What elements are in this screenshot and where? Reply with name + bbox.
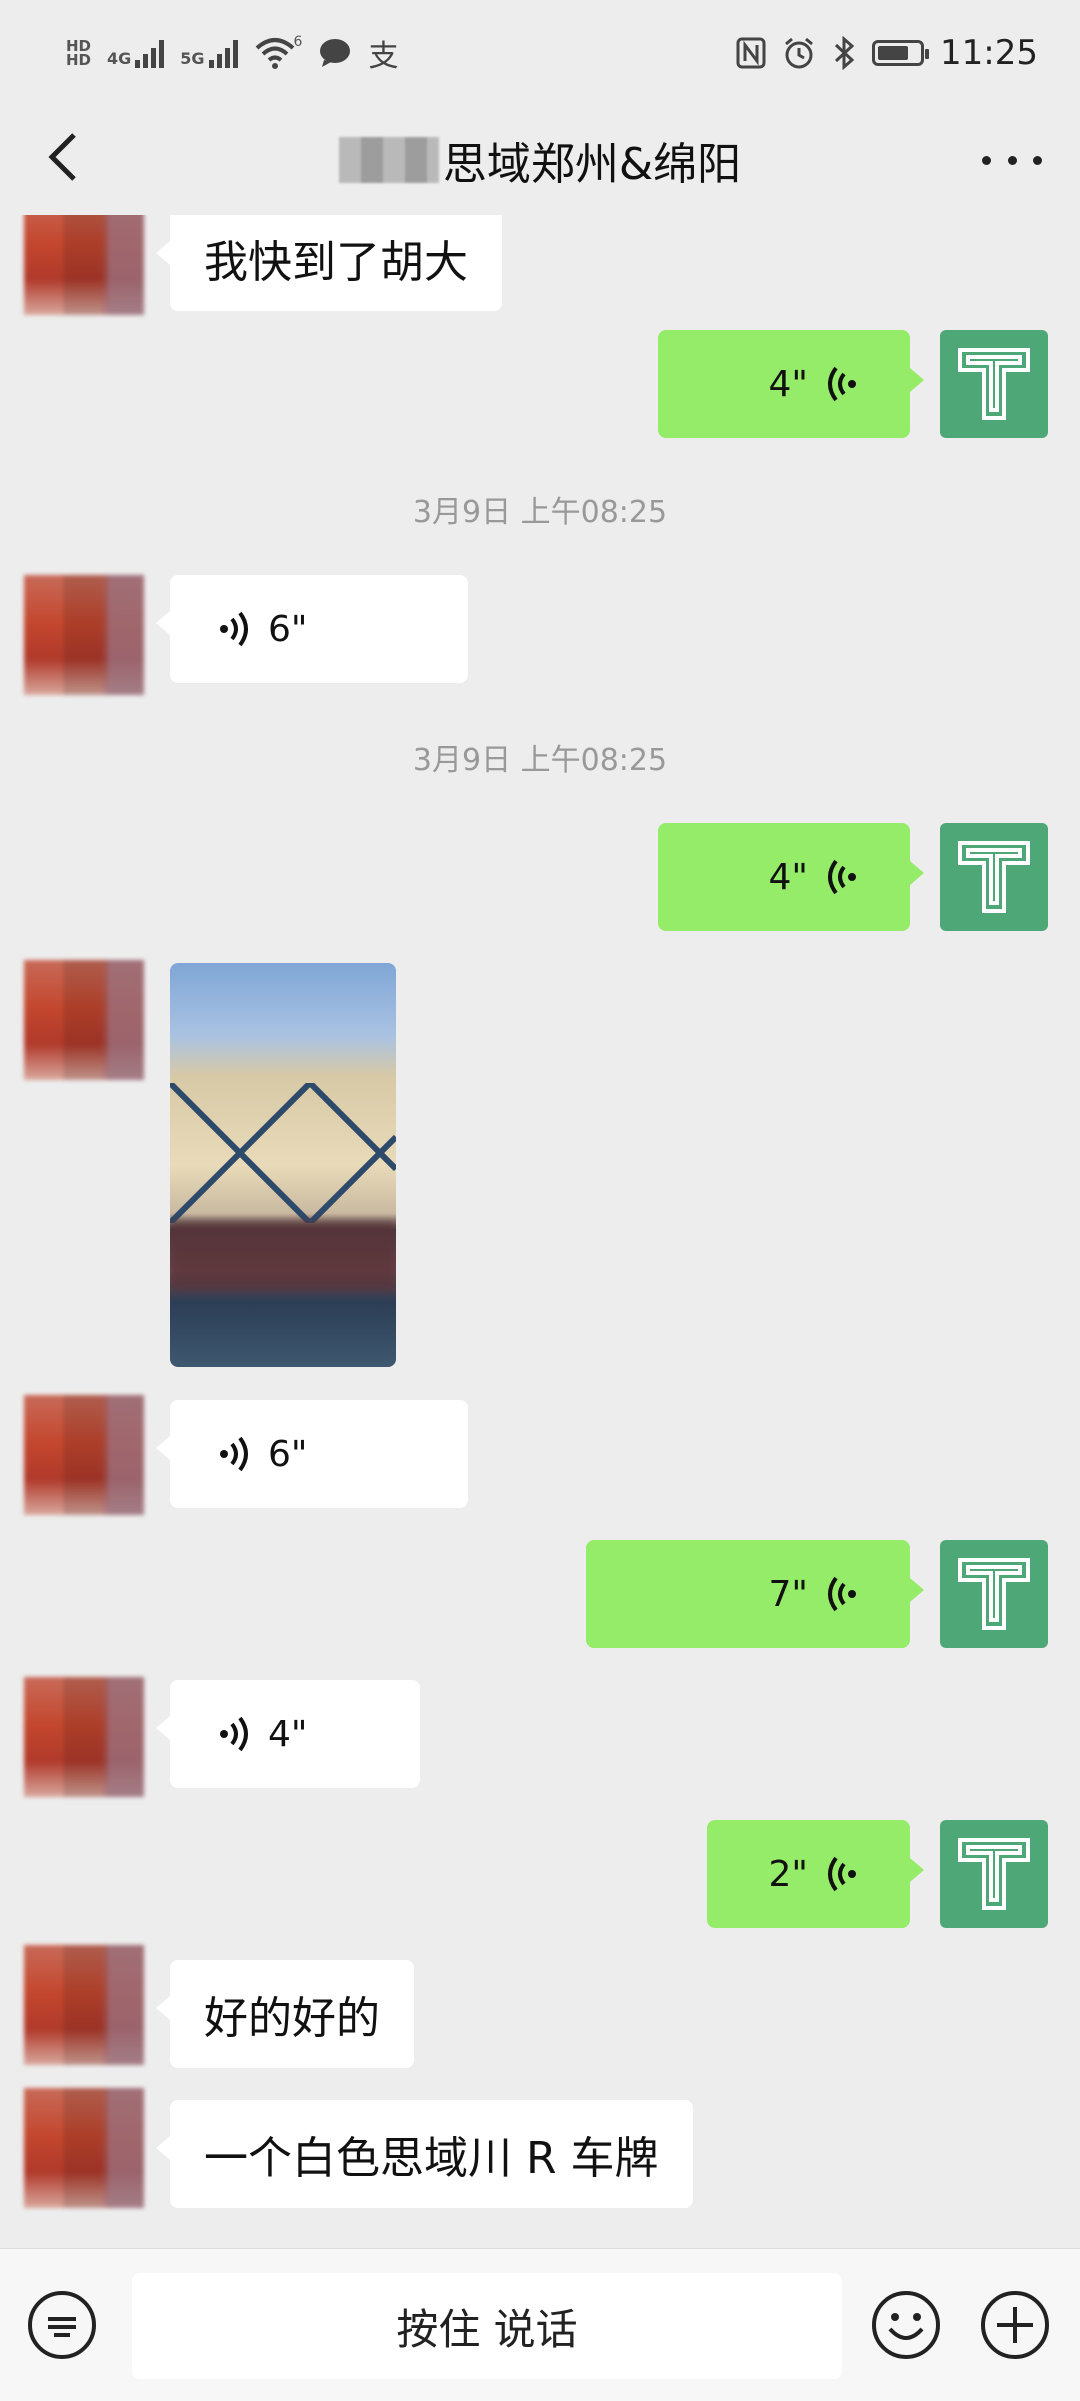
chat-message-list[interactable]: 我快到了胡大 4" 3月9日 上午08:25 6" 3月9日 上午08:25 4… — [0, 215, 1080, 2245]
status-time: 11:25 — [940, 32, 1038, 73]
wifi-badge: 6 — [293, 33, 303, 50]
input-bar: 按住 说话 — [0, 2248, 1080, 2401]
status-bar: HD HD 4G 5G 6 支 11:25 — [0, 0, 1080, 105]
self-avatar[interactable] — [940, 1540, 1048, 1648]
voice-message-bubble[interactable]: 6" — [156, 1400, 468, 1508]
building-lattice-graphic — [170, 1083, 396, 1223]
message-text: 一个白色思域川 R 车牌 — [204, 2133, 659, 2184]
voice-wave-icon — [220, 611, 248, 647]
voice-message-bubble[interactable]: 4" — [658, 823, 924, 931]
emoji-icon[interactable] — [870, 2289, 942, 2361]
chat-header: 思域郑州&绵阳 — [0, 105, 1080, 215]
chat-title: 思域郑州&绵阳 — [338, 128, 742, 192]
contact-avatar[interactable] — [24, 1677, 144, 1797]
keyboard-icon[interactable] — [26, 2289, 98, 2361]
message-bubble-icon — [320, 38, 351, 67]
status-bar-left: HD HD 4G 5G 6 支 — [66, 31, 398, 75]
voice-wave-icon — [220, 1436, 248, 1472]
t-logo-icon — [958, 1558, 1030, 1630]
contact-avatar[interactable] — [24, 1945, 144, 2065]
bluetooth-icon — [834, 35, 855, 70]
image-message[interactable] — [170, 963, 396, 1367]
message-bubble-text[interactable]: 一个白色思域川 R 车牌 — [156, 2100, 693, 2208]
message-text: 好的好的 — [204, 1993, 380, 2044]
signal-2: 5G — [180, 38, 238, 68]
message-bubble-text[interactable]: 好的好的 — [156, 1960, 414, 2068]
time-divider: 3月9日 上午08:25 — [412, 743, 668, 778]
contact-avatar[interactable] — [24, 215, 144, 315]
battery-icon — [872, 39, 930, 66]
status-bar-right: 11:25 — [736, 33, 1038, 73]
t-logo-icon — [958, 1838, 1030, 1910]
voice-message-bubble[interactable]: 7" — [586, 1540, 924, 1648]
signal-bars-icon — [135, 38, 165, 68]
voice-duration: 4" — [768, 856, 808, 898]
signal-1: 4G — [107, 38, 165, 68]
self-avatar[interactable] — [940, 823, 1048, 931]
alipay-icon: 支 — [368, 38, 399, 74]
voice-duration: 2" — [768, 1853, 808, 1895]
voice-wave-icon — [828, 1856, 856, 1892]
more-icon[interactable] — [982, 135, 1042, 185]
voice-wave-icon — [220, 1716, 248, 1752]
voice-duration: 6" — [268, 1433, 308, 1475]
chat-title-text: 思域郑州&绵阳 — [442, 139, 742, 190]
redacted-region — [170, 1221, 396, 1291]
wifi-icon — [255, 37, 294, 69]
voice-message-bubble[interactable]: 4" — [658, 330, 924, 438]
self-avatar[interactable] — [940, 1820, 1048, 1928]
voice-message-bubble[interactable]: 4" — [156, 1680, 420, 1788]
contact-avatar[interactable] — [24, 1395, 144, 1515]
contact-avatar[interactable] — [24, 960, 144, 1080]
voice-wave-icon — [828, 366, 856, 402]
voice-duration: 6" — [268, 608, 308, 650]
chevron-left-icon[interactable] — [36, 127, 96, 187]
message-text: 我快到了胡大 — [204, 237, 468, 288]
message-bubble-text[interactable]: 我快到了胡大 — [156, 215, 502, 311]
contact-avatar[interactable] — [24, 2088, 144, 2208]
voice-duration: 4" — [768, 363, 808, 405]
hd-indicator: HD HD — [66, 36, 92, 69]
t-logo-icon — [958, 348, 1030, 420]
nfc-icon — [736, 37, 766, 68]
voice-duration: 7" — [768, 1573, 808, 1615]
voice-duration: 4" — [268, 1713, 308, 1755]
voice-wave-icon — [828, 859, 856, 895]
alarm-icon — [785, 37, 813, 68]
hold-to-talk-label: 按住 说话 — [396, 2304, 578, 2354]
self-avatar[interactable] — [940, 330, 1048, 438]
voice-message-bubble[interactable]: 2" — [707, 1820, 924, 1928]
contact-avatar[interactable] — [24, 575, 144, 695]
voice-wave-icon — [828, 1576, 856, 1612]
voice-message-bubble[interactable]: 6" — [156, 575, 468, 683]
signal-bars-icon — [208, 38, 238, 68]
hold-to-talk-button[interactable]: 按住 说话 — [132, 2273, 842, 2379]
time-divider: 3月9日 上午08:25 — [412, 495, 668, 530]
plus-icon[interactable] — [979, 2289, 1051, 2361]
t-logo-icon — [958, 841, 1030, 913]
title-redacted-block — [338, 137, 439, 183]
